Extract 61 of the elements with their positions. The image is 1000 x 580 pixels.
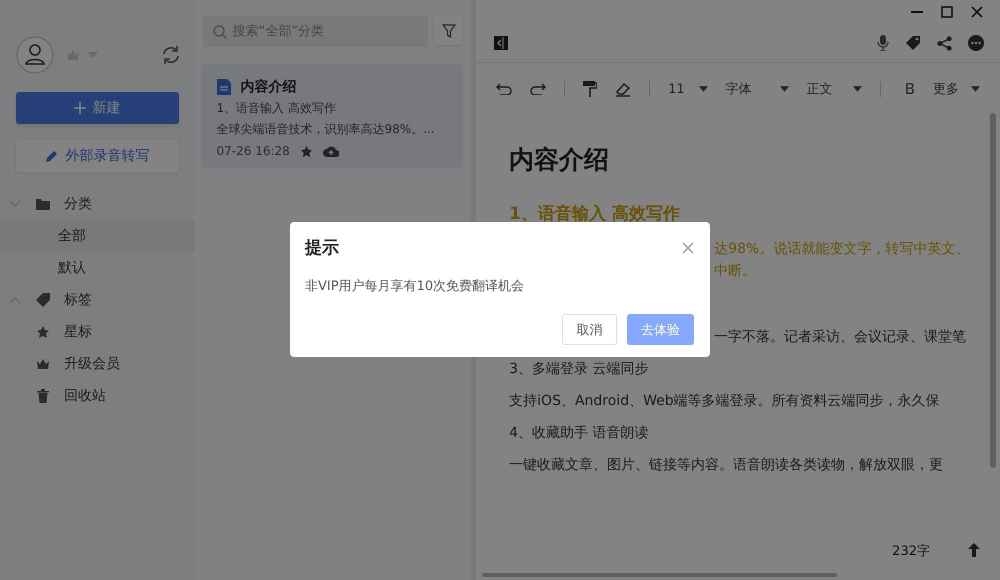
more-icon[interactable]	[968, 35, 984, 51]
document-text: 支持iOS、Android、Web端等多端登录。所有资料云端同步，永久保	[509, 392, 940, 411]
scrollbar[interactable]	[990, 113, 996, 468]
collapse-panel-icon[interactable]	[494, 36, 508, 50]
crown-icon	[36, 358, 50, 370]
plus-icon	[74, 102, 86, 114]
dialog-title: 提示	[305, 237, 339, 259]
star-icon	[300, 144, 313, 158]
document-text: 1、语音输入 高效写作	[509, 203, 680, 226]
note-preview: 1、语音输入 高效写作	[216, 100, 337, 117]
eraser-icon[interactable]	[615, 81, 632, 97]
tag-icon[interactable]	[905, 35, 921, 51]
note-time: 07-26 16:28	[216, 144, 290, 158]
undo-icon[interactable]	[496, 83, 512, 95]
format-painter-icon[interactable]	[583, 81, 598, 97]
filter-button[interactable]	[434, 16, 464, 45]
close-icon[interactable]	[682, 242, 694, 254]
bold-button[interactable]: B	[904, 80, 915, 98]
document-text: 一键收藏文章、图片、链接等内容。语音朗读各类读物，解放双眼，更	[509, 456, 944, 475]
note-card[interactable]: 内容介绍 1、语音输入 高效写作 全球尖端语音技术，识别率高达98%。... 07-26 16:28	[200, 64, 464, 168]
star-icon	[36, 325, 50, 339]
redo-icon[interactable]	[530, 83, 546, 95]
note-title: 内容介绍	[240, 78, 297, 96]
sync-icon[interactable]	[160, 45, 181, 65]
trash-icon	[36, 389, 50, 403]
transcribe-button[interactable]: 外部录音转写	[16, 140, 179, 172]
font-size-dropdown[interactable]: 11	[668, 82, 708, 96]
paragraph-style-dropdown[interactable]: 正文	[806, 80, 862, 98]
cloud-upload-icon	[322, 145, 339, 157]
document-text: 4、收藏助手 语音朗读	[509, 424, 649, 443]
caret-icon	[780, 86, 789, 92]
tag-icon	[36, 293, 50, 307]
new-button[interactable]: 新建	[16, 92, 179, 124]
arrow-up-icon	[968, 543, 980, 557]
font-dropdown[interactable]: 字体	[726, 80, 789, 98]
more-dropdown[interactable]: 更多	[933, 80, 980, 98]
maximize-icon[interactable]	[941, 6, 953, 18]
cancel-button[interactable]: 取消	[562, 314, 617, 345]
confirm-button[interactable]: 去体验	[627, 314, 694, 345]
caret-icon	[971, 86, 980, 92]
dialog-message: 非VIP用户每月享有10次免费翻译机会	[305, 278, 526, 295]
document-icon	[216, 79, 231, 95]
pencil-icon	[45, 149, 60, 163]
filter-icon	[442, 24, 456, 38]
document-text: 达98%。说话就能变文字，转写中英文、	[714, 240, 970, 259]
close-icon[interactable]	[971, 6, 983, 18]
caret-icon	[698, 86, 708, 92]
microphone-icon[interactable]	[877, 35, 889, 51]
word-count: 232字	[892, 543, 930, 560]
document-text: 3、多端登录 云端同步	[509, 360, 649, 379]
folder-icon	[36, 198, 50, 210]
scrollbar[interactable]	[482, 573, 838, 577]
note-preview: 全球尖端语音技术，识别率高达98%。...	[216, 121, 436, 138]
document-text: 中断。	[714, 262, 756, 281]
document-text: 一字不落。记者采访、会议记录、课堂笔	[714, 328, 966, 347]
search-icon	[212, 25, 227, 39]
share-icon[interactable]	[937, 36, 952, 50]
category-item[interactable]: 全部	[0, 220, 195, 252]
avatar-icon[interactable]	[16, 36, 54, 74]
document-title: 内容介绍	[509, 145, 610, 175]
caret-icon	[852, 86, 862, 92]
